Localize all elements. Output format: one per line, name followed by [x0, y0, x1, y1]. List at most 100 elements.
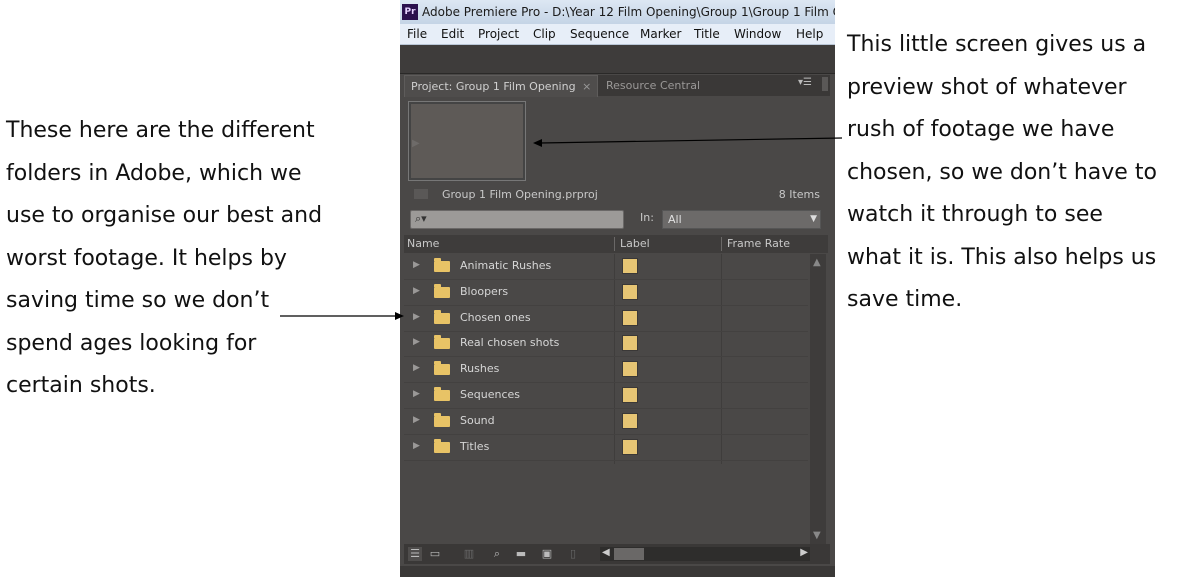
expand-arrow-icon[interactable]: ▶ — [413, 286, 420, 296]
menu-title[interactable]: Title — [694, 24, 720, 44]
bin-name: Bloopers — [460, 285, 509, 298]
bin-name: Rushes — [460, 362, 500, 375]
annotation-line: watch it through to see — [847, 202, 1103, 227]
list-item[interactable]: ▶ Chosen ones — [404, 306, 808, 332]
window-title: Adobe Premiere Pro - D:\Year 12 Film Ope… — [422, 5, 835, 19]
expand-arrow-icon[interactable]: ▶ — [413, 363, 420, 373]
folder-icon — [434, 284, 450, 298]
annotation-line: save time. — [847, 287, 963, 312]
new-bin-icon[interactable]: ▬ — [514, 547, 528, 561]
scroll-right-icon[interactable]: ▶ — [800, 547, 808, 558]
panel-tabs: Project: Group 1 Film Opening × Resource… — [404, 75, 830, 97]
menu-help[interactable]: Help — [796, 24, 823, 44]
annotation-line: rush of footage we have — [847, 117, 1115, 142]
menu-window[interactable]: Window — [734, 24, 781, 44]
expand-arrow-icon[interactable]: ▶ — [413, 415, 420, 425]
expand-arrow-icon[interactable]: ▶ — [413, 260, 420, 270]
scroll-thumb[interactable] — [614, 548, 644, 560]
bin-name: Chosen ones — [460, 311, 531, 324]
folder-icon — [434, 310, 450, 324]
menu-clip[interactable]: Clip — [533, 24, 556, 44]
label-color-swatch[interactable] — [622, 413, 638, 429]
play-icon[interactable]: ▶ — [412, 137, 426, 151]
tab-project[interactable]: Project: Group 1 Film Opening × — [404, 75, 599, 97]
menu-edit[interactable]: Edit — [441, 24, 464, 44]
list-item[interactable]: ▶ Rushes — [404, 357, 808, 383]
folder-icon — [434, 439, 450, 453]
bin-name: Sequences — [460, 388, 520, 401]
label-color-swatch[interactable] — [622, 335, 638, 351]
search-input[interactable]: ⌕▾ — [410, 210, 624, 229]
trash-icon[interactable]: ▯ — [566, 547, 580, 561]
premiere-window: Pr Adobe Premiere Pro - D:\Year 12 Film … — [400, 0, 835, 577]
annotation-line: preview shot of whatever — [847, 74, 1127, 100]
annotation-line: saving time so we don’t — [6, 288, 270, 313]
annotation-line: worst footage. It helps by — [6, 245, 287, 271]
annotation-line: certain shots. — [6, 373, 156, 398]
list-item[interactable]: ▶ Bloopers — [404, 280, 808, 306]
expand-arrow-icon[interactable]: ▶ — [413, 389, 420, 399]
tab-resource-central[interactable]: Resource Central — [600, 75, 706, 96]
project-file-icon — [414, 189, 428, 199]
scroll-left-icon[interactable]: ◀ — [602, 547, 610, 558]
menu-file[interactable]: File — [407, 24, 427, 44]
menu-sequence[interactable]: Sequence — [570, 24, 629, 44]
close-icon[interactable]: × — [582, 80, 591, 93]
list-item[interactable]: ▶ Titles — [404, 435, 808, 461]
panel-menu-icon[interactable]: ▾☰ — [798, 77, 812, 88]
folder-icon — [434, 413, 450, 427]
left-annotation: These here are the different folders in … — [6, 110, 366, 408]
bin-name: Sound — [460, 414, 495, 427]
scroll-down-icon[interactable]: ▼ — [813, 530, 821, 541]
label-color-swatch[interactable] — [622, 258, 638, 274]
annotation-line: folders in Adobe, which we — [6, 160, 302, 186]
horizontal-scrollbar[interactable]: ◀ ▶ — [600, 547, 810, 561]
list-item[interactable]: ▶ Real chosen shots — [404, 331, 808, 357]
panel-scroll-handle[interactable] — [822, 77, 828, 91]
list-item[interactable]: ▶ Sound — [404, 409, 808, 435]
right-annotation: This little screen gives us a preview sh… — [847, 24, 1187, 322]
scroll-up-icon[interactable]: ▲ — [813, 257, 821, 268]
project-file-name: Group 1 Film Opening.prproj — [442, 188, 598, 201]
label-color-swatch[interactable] — [622, 387, 638, 403]
column-label[interactable]: Label — [620, 235, 650, 253]
chevron-down-icon: ▼ — [810, 214, 817, 224]
icon-view-icon[interactable]: ▭ — [428, 547, 442, 561]
menu-project[interactable]: Project — [478, 24, 519, 44]
automate-to-sequence-icon[interactable]: ▥ — [462, 547, 476, 561]
label-color-swatch[interactable] — [622, 284, 638, 300]
preview-area: ▶ — [404, 97, 830, 199]
list-view-icon[interactable]: ☰ — [408, 547, 422, 561]
folder-icon — [434, 387, 450, 401]
menu-bar: File Edit Project Clip Sequence Marker T… — [400, 24, 835, 45]
annotation-line: This little screen gives us a — [847, 32, 1147, 57]
label-color-swatch[interactable] — [622, 310, 638, 326]
column-frame-rate[interactable]: Frame Rate — [727, 235, 790, 253]
label-color-swatch[interactable] — [622, 361, 638, 377]
search-icon: ⌕▾ — [415, 212, 427, 225]
list-item[interactable]: ▶ Sequences — [404, 383, 808, 409]
in-filter-select[interactable]: All ▼ — [662, 210, 821, 229]
menu-marker[interactable]: Marker — [640, 24, 681, 44]
annotation-line: use to organise our best and — [6, 203, 323, 228]
label-color-swatch[interactable] — [622, 439, 638, 455]
title-bar: Pr Adobe Premiere Pro - D:\Year 12 Film … — [400, 0, 835, 24]
column-divider[interactable] — [721, 237, 722, 251]
expand-arrow-icon[interactable]: ▶ — [413, 312, 420, 322]
column-name[interactable]: Name — [407, 235, 439, 253]
expand-arrow-icon[interactable]: ▶ — [413, 441, 420, 451]
expand-arrow-icon[interactable]: ▶ — [413, 337, 420, 347]
list-item[interactable]: ▶ Animatic Rushes — [404, 254, 808, 280]
bin-name: Titles — [460, 440, 490, 453]
folder-icon — [434, 335, 450, 349]
column-divider[interactable] — [614, 237, 615, 251]
new-item-icon[interactable]: ▣ — [540, 547, 554, 561]
annotation-line: spend ages looking for — [6, 330, 257, 356]
folder-icon — [434, 258, 450, 272]
item-count: 8 Items — [778, 188, 820, 201]
in-label: In: — [640, 211, 654, 224]
toolbar-strip — [400, 45, 835, 74]
vertical-scrollbar[interactable]: ▲ ▼ — [810, 254, 826, 544]
find-icon[interactable]: ⌕ — [490, 547, 504, 561]
lower-panel-tabs — [400, 566, 835, 577]
